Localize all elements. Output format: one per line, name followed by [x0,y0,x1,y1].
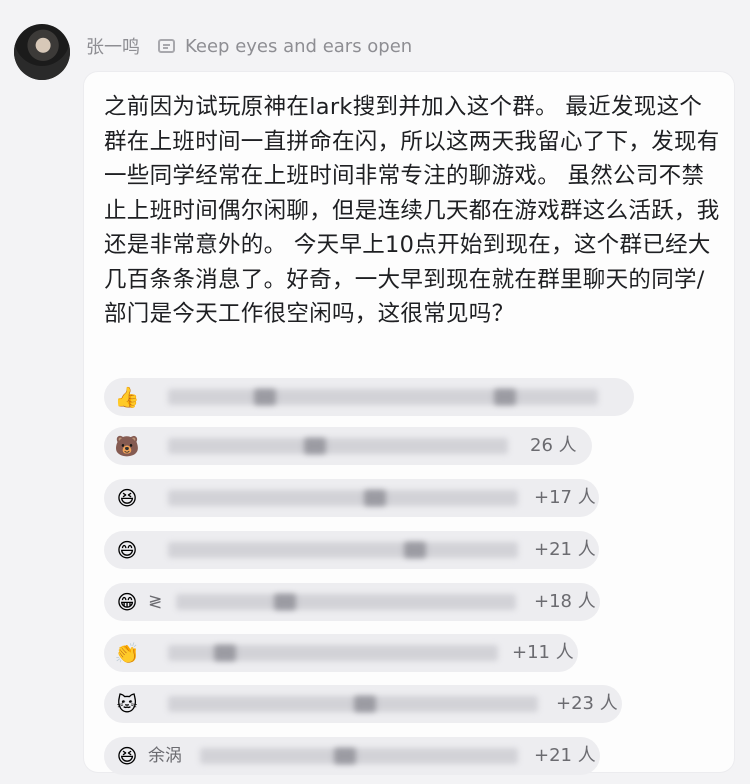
blurred-reactor-names [176,594,516,610]
cat-face-icon: 🐱 [116,692,138,716]
thumbs-up-icon: 👍 [114,385,140,409]
blurred-reactor-names [168,389,598,405]
bear-face-icon: 🐻 [114,434,140,458]
blurred-reactor-names [354,696,376,712]
reaction-pill-grinning[interactable]: 😄 +21 人 [104,531,599,569]
blurred-reactor-names [404,542,426,558]
reaction-count: +17 人 [534,487,596,508]
blurred-reactor-names [254,389,276,405]
reactor-name-fragment: ≷ [148,592,163,612]
blurred-reactor-names [168,542,518,558]
reaction-pill-beaming[interactable]: 😁 ≷ +18 人 [104,583,600,621]
reaction-pill-clapping[interactable]: 👏 +11 人 [104,634,578,672]
blurred-reactor-names [494,389,516,405]
reaction-count: 26 人 [530,435,577,456]
reaction-pill-thumbs-up[interactable]: 👍 [104,378,634,416]
reaction-count: +21 人 [534,745,596,766]
reaction-list: 👍 🐻 26 人 😆 +17 人 😄 +21 人 😁 ≷ +18 人 👏 +11… [104,0,744,784]
reaction-count: +11 人 [512,642,574,663]
laughing-face-icon: 😆 [116,744,138,768]
reaction-count: +23 人 [556,693,618,714]
reaction-pill-laughing-2[interactable]: 😆 余涡 +21 人 [104,737,600,775]
beaming-face-icon: 😁 [116,590,138,614]
blurred-reactor-names [334,748,356,764]
blurred-reactor-names [364,490,386,506]
reactor-name-fragment: 余涡 [148,746,182,766]
blurred-reactor-names [214,645,236,661]
reaction-pill-cat[interactable]: 🐱 +23 人 [104,685,622,723]
blurred-reactor-names [274,594,296,610]
blurred-reactor-names [168,490,518,506]
blurred-reactor-names [168,696,538,712]
reaction-pill-laughing[interactable]: 😆 +17 人 [104,479,599,517]
reaction-count: +21 人 [534,539,596,560]
laughing-face-icon: 😆 [116,486,138,510]
blurred-reactor-names [168,438,508,454]
reaction-pill-bear[interactable]: 🐻 26 人 [104,427,592,465]
blurred-reactor-names [200,748,518,764]
clapping-hands-icon: 👏 [114,641,140,665]
reaction-count: +18 人 [534,591,596,612]
grinning-face-icon: 😄 [116,538,138,562]
author-avatar[interactable] [14,24,70,80]
blurred-reactor-names [304,438,326,454]
